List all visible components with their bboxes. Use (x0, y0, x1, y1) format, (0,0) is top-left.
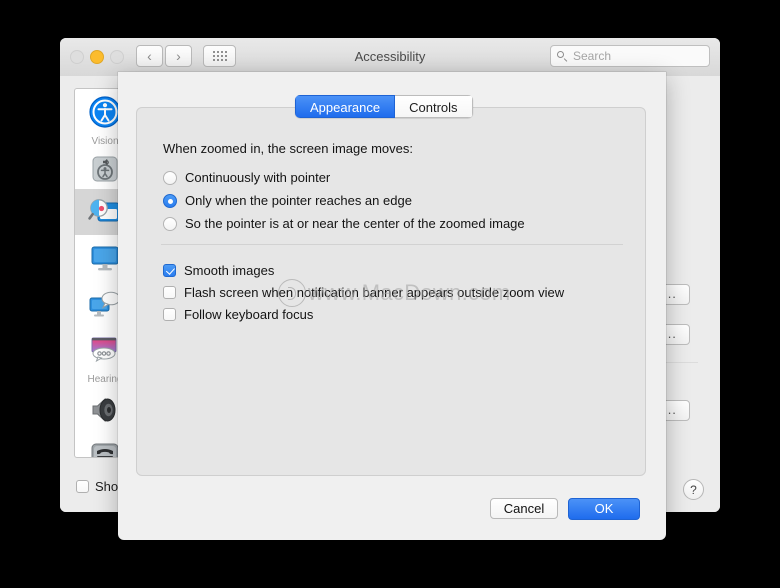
radio-center[interactable] (163, 216, 177, 231)
tab-controls[interactable]: Controls (395, 95, 473, 118)
cancel-button[interactable]: Cancel (490, 498, 558, 519)
radio-label-edge: Only when the pointer reaches an edge (185, 193, 412, 208)
show-status-checkbox[interactable] (76, 480, 89, 493)
panel-heading: When zoomed in, the screen image moves: (163, 141, 414, 156)
tab-appearance[interactable]: Appearance (295, 95, 396, 118)
radio-row-continuous[interactable]: Continuously with pointer (163, 170, 330, 185)
checkbox-label-smooth-images: Smooth images (184, 263, 275, 278)
radio-row-edge[interactable]: Only when the pointer reaches an edge (163, 193, 412, 208)
zoom-magnifier-icon (88, 199, 120, 222)
accessibility-person-icon (89, 96, 121, 128)
sheet-panel: When zoomed in, the screen image moves: … (136, 107, 646, 476)
zoom-options-sheet: Appearance Controls When zoomed in, the … (118, 72, 666, 540)
checkbox-label-flash-screen: Flash screen when notification banner ap… (184, 285, 565, 300)
sheet-tab-bar[interactable]: Appearance Controls (295, 95, 473, 118)
search-input[interactable]: Search (550, 45, 710, 67)
captions-icon (91, 337, 117, 363)
display-monitor-icon (91, 246, 119, 271)
search-placeholder: Search (573, 49, 612, 63)
speaker-icon (92, 397, 116, 423)
checkbox-smooth-images[interactable] (163, 264, 176, 277)
descriptions-speech-icon (89, 291, 121, 317)
tty-phone-icon (91, 443, 119, 457)
screen: ‹ › Accessibility Search Vision Hearing … (0, 0, 780, 588)
checkbox-follow-keyboard-focus[interactable] (163, 308, 176, 321)
radio-row-center[interactable]: So the pointer is at or near the center … (163, 216, 525, 231)
search-icon (557, 50, 568, 62)
checkbox-row-follow-keyboard-focus[interactable]: Follow keyboard focus (163, 307, 313, 322)
radio-label-continuous: Continuously with pointer (185, 170, 331, 185)
checkbox-flash-screen[interactable] (163, 286, 176, 299)
ok-button[interactable]: OK (568, 498, 640, 520)
radio-edge[interactable] (163, 193, 177, 208)
checkbox-row-flash-screen[interactable]: Flash screen when notification banner ap… (163, 285, 564, 300)
radio-continuous[interactable] (163, 170, 177, 185)
radio-label-center: So the pointer is at or near the center … (185, 216, 525, 231)
checkbox-row-smooth-images[interactable]: Smooth images (163, 263, 274, 278)
voiceover-icon (92, 156, 118, 182)
checkbox-label-follow-keyboard-focus: Follow keyboard focus (184, 307, 314, 322)
help-button[interactable]: ? (683, 479, 704, 500)
panel-divider (161, 244, 623, 245)
